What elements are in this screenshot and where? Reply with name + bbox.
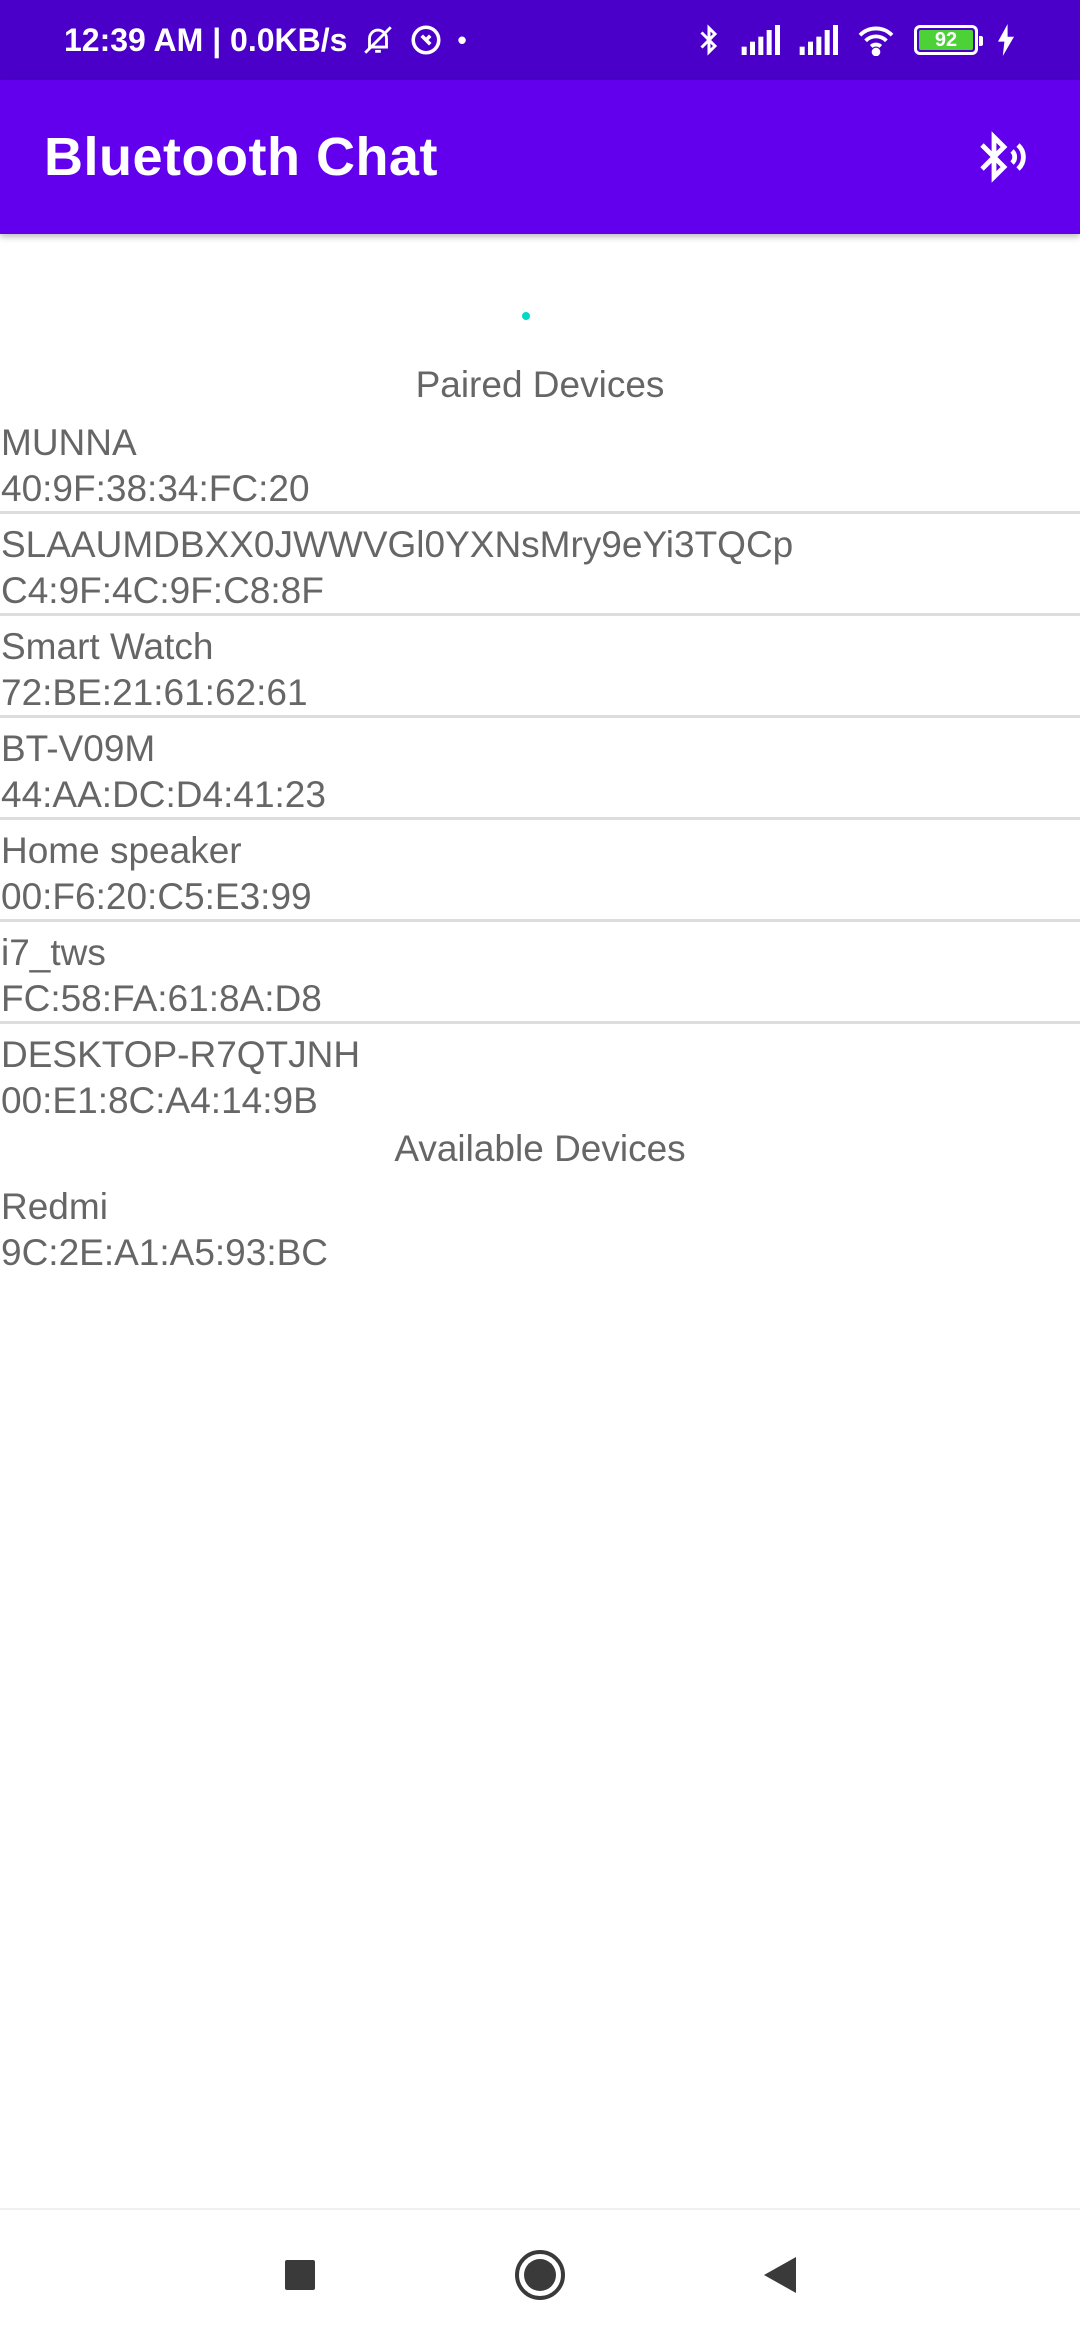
divider <box>0 817 1080 820</box>
device-address: 9C:2E:A1:A5:93:BC <box>1 1232 329 1273</box>
status-bar: 12:39 AM | 0.0KB/s • 92 <box>0 0 1080 80</box>
paired-devices-header: Paired Devices <box>415 364 665 405</box>
divider <box>0 715 1080 718</box>
divider <box>0 613 1080 616</box>
signal-icon <box>740 25 780 55</box>
status-right: 92 <box>696 22 1016 58</box>
signal-icon <box>798 25 838 55</box>
device-name: Redmi <box>1 1186 108 1227</box>
device-address: 44:AA:DC:D4:41:23 <box>1 774 326 815</box>
mute-icon <box>361 23 395 57</box>
device-name: Smart Watch <box>1 626 214 667</box>
back-triangle-icon[interactable] <box>740 2235 820 2315</box>
home-circle-icon[interactable] <box>500 2235 580 2315</box>
app-bar: Bluetooth Chat <box>0 80 1080 234</box>
navigation-bar <box>0 2208 1080 2340</box>
status-dot: • <box>457 24 467 55</box>
device-name: Home speaker <box>1 830 242 871</box>
device-item[interactable]: Redmi 9C:2E:A1:A5:93:BC <box>0 1184 1080 1286</box>
recents-square-icon[interactable] <box>260 2235 340 2315</box>
bluetooth-icon <box>696 22 722 58</box>
device-name: SLAAUMDBXX0JWWVGl0YXNsMry9eYi3TQCp <box>1 524 794 565</box>
bluetooth-discoverable-icon[interactable] <box>960 117 1040 197</box>
battery-level: 92 <box>919 29 973 51</box>
device-address: 00:F6:20:C5:E3:99 <box>1 876 312 917</box>
device-item[interactable]: i7_tws FC:58:FA:61:8A:D8 <box>0 930 1080 1032</box>
device-item[interactable]: SLAAUMDBXX0JWWVGl0YXNsMry9eYi3TQCp C4:9F… <box>0 522 1080 624</box>
divider <box>0 919 1080 922</box>
device-name: DESKTOP-R7QTJNH <box>1 1034 361 1075</box>
progress-spinner <box>522 312 530 320</box>
device-address: 40:9F:38:34:FC:20 <box>1 468 310 509</box>
wifi-icon <box>856 24 896 56</box>
device-item[interactable]: MUNNA 40:9F:38:34:FC:20 <box>0 420 1080 522</box>
device-item[interactable]: BT-V09M 44:AA:DC:D4:41:23 <box>0 726 1080 828</box>
status-left: 12:39 AM | 0.0KB/s • <box>64 22 696 59</box>
divider <box>0 1021 1080 1024</box>
device-address: C4:9F:4C:9F:C8:8F <box>1 570 324 611</box>
device-item[interactable]: Home speaker 00:F6:20:C5:E3:99 <box>0 828 1080 930</box>
available-devices-header: Available Devices <box>394 1128 686 1169</box>
device-address: 72:BE:21:61:62:61 <box>1 672 308 713</box>
device-name: BT-V09M <box>1 728 156 769</box>
device-address: FC:58:FA:61:8A:D8 <box>1 978 322 1019</box>
app-title: Bluetooth Chat <box>44 127 438 187</box>
device-item[interactable]: Smart Watch 72:BE:21:61:62:61 <box>0 624 1080 726</box>
data-saver-icon <box>409 23 443 57</box>
charging-icon <box>996 24 1016 56</box>
status-time-speed: 12:39 AM | 0.0KB/s <box>64 21 348 58</box>
device-name: MUNNA <box>1 422 137 463</box>
device-name: i7_tws <box>1 932 106 973</box>
device-item[interactable]: DESKTOP-R7QTJNH 00:E1:8C:A4:14:9B <box>0 1032 1080 1134</box>
divider <box>0 511 1080 514</box>
device-address: 00:E1:8C:A4:14:9B <box>1 1080 318 1121</box>
battery-icon: 92 <box>914 25 983 55</box>
